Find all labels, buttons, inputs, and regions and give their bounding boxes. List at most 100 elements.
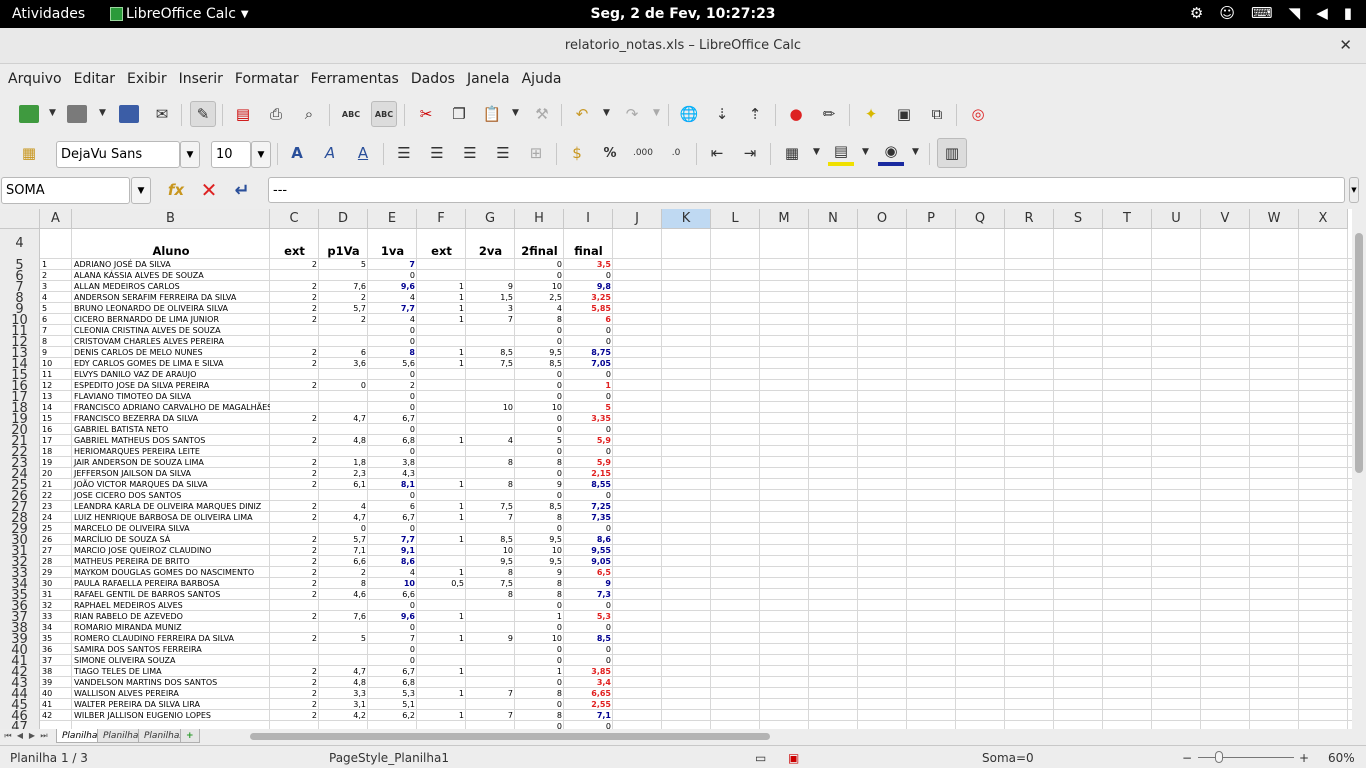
cell-student-name[interactable]: GABRIEL BATISTA NETO — [72, 424, 270, 435]
cell-student-name[interactable]: WALLISON ALVES PEREIRA — [72, 688, 270, 699]
cell-student-name[interactable]: EDY CARLOS GOMES DE LIMA E SILVA — [72, 358, 270, 369]
menu-ferramentas[interactable]: Ferramentas — [311, 64, 411, 94]
wifi-icon[interactable]: ◥ — [1289, 4, 1301, 22]
cell-final[interactable]: 8,5 — [564, 633, 613, 644]
menu-janela[interactable]: Janela — [467, 64, 522, 94]
cell-1va[interactable]: 8 — [368, 347, 417, 358]
cell-2va[interactable]: 9 — [466, 281, 515, 292]
cell-final[interactable]: 0 — [564, 622, 613, 633]
cell-final[interactable]: 9 — [564, 578, 613, 589]
column-header-w[interactable]: W — [1250, 209, 1299, 229]
cell-student-name[interactable]: SAMIRA DOS SANTOS FERREIRA — [72, 644, 270, 655]
row-header[interactable]: 15 — [0, 369, 40, 380]
percent-icon[interactable]: % — [597, 140, 623, 166]
row-header[interactable]: 46 — [0, 710, 40, 721]
increase-indent-icon[interactable]: ⇥ — [737, 140, 763, 166]
cell-final[interactable]: 0 — [564, 644, 613, 655]
row-header[interactable]: 21 — [0, 435, 40, 446]
help-icon[interactable]: ◎ — [965, 101, 991, 127]
open-folder-icon[interactable] — [64, 101, 90, 127]
cell-ext2[interactable]: 1 — [417, 314, 466, 325]
cell-number[interactable]: 25 — [40, 523, 72, 534]
cell-number[interactable]: 27 — [40, 545, 72, 556]
cell-ext2[interactable]: 1 — [417, 435, 466, 446]
cell-p1va[interactable]: 3,1 — [319, 699, 368, 710]
cell-number[interactable]: 11 — [40, 369, 72, 380]
column-title-cell[interactable]: 2va — [466, 244, 515, 258]
cell-2final[interactable]: 9 — [515, 567, 564, 578]
menu-arquivo[interactable]: Arquivo — [8, 64, 74, 94]
menu-dados[interactable]: Dados — [411, 64, 467, 94]
cell-1va[interactable]: 6,8 — [368, 677, 417, 688]
cell-1va[interactable]: 0 — [368, 270, 417, 281]
cell-p1va[interactable]: 4 — [319, 501, 368, 512]
cell-1va[interactable]: 5,3 — [368, 688, 417, 699]
expand-formula-icon[interactable]: ▼ — [1349, 177, 1359, 203]
cell-1va[interactable]: 6,8 — [368, 435, 417, 446]
cell-ext1[interactable]: 2 — [270, 699, 319, 710]
cell-student-name[interactable]: ADRIANO JOSÉ DA SILVA — [72, 259, 270, 270]
cell-p1va[interactable]: 2 — [319, 314, 368, 325]
font-size-input[interactable]: 10 — [211, 141, 251, 168]
cell-number[interactable]: 2 — [40, 270, 72, 281]
cut-icon[interactable]: ✂ — [413, 101, 439, 127]
cell-student-name[interactable]: MARCELO DE OLIVEIRA SILVA — [72, 523, 270, 534]
font-name-input[interactable]: DejaVu Sans — [56, 141, 180, 168]
cell-2va[interactable]: 9 — [466, 633, 515, 644]
cell-number[interactable]: 34 — [40, 622, 72, 633]
chart-icon[interactable]: ● — [783, 101, 809, 127]
cell-final[interactable]: 0 — [564, 270, 613, 281]
cell-p1va[interactable]: 6 — [319, 347, 368, 358]
cell-final[interactable]: 0 — [564, 424, 613, 435]
cell-student-name[interactable]: WALTER PEREIRA DA SILVA LIRA — [72, 699, 270, 710]
accept-icon[interactable]: ↵ — [229, 177, 255, 203]
cell-p1va[interactable]: 5,7 — [319, 534, 368, 545]
app-menu[interactable]: LibreOffice Calc ▼ — [110, 6, 249, 22]
cell-student-name[interactable]: TIAGO TELES DE LIMA — [72, 666, 270, 677]
cell-2va[interactable]: 7 — [466, 314, 515, 325]
add-sheet-icon[interactable]: + — [180, 729, 200, 743]
undo-icon[interactable]: ↶ — [569, 101, 595, 127]
cell-2final[interactable]: 9,5 — [515, 347, 564, 358]
cell-ext2[interactable]: 1 — [417, 633, 466, 644]
cell-number[interactable]: 40 — [40, 688, 72, 699]
cell-ext1[interactable]: 2 — [270, 347, 319, 358]
column-title-cell[interactable]: ext — [417, 244, 466, 258]
cell-2final[interactable]: 8,5 — [515, 358, 564, 369]
merge-cells-icon[interactable]: ⊞ — [523, 140, 549, 166]
row-header[interactable]: 33 — [0, 567, 40, 578]
cell-1va[interactable]: 8,6 — [368, 556, 417, 567]
cell-number[interactable]: 3 — [40, 281, 72, 292]
cell-2final[interactable]: 0 — [515, 721, 564, 729]
cell-final[interactable]: 6,65 — [564, 688, 613, 699]
cell-ext1[interactable]: 2 — [270, 259, 319, 270]
column-title-cell[interactable]: final — [564, 244, 613, 258]
cell-ext2[interactable]: 1 — [417, 534, 466, 545]
cell-final[interactable]: 3,35 — [564, 413, 613, 424]
volume-icon[interactable]: ◀ — [1316, 4, 1328, 22]
cell-student-name[interactable]: RIAN RABELO DE AZEVEDO — [72, 611, 270, 622]
cell-number[interactable]: 24 — [40, 512, 72, 523]
cell-ext1[interactable]: 2 — [270, 435, 319, 446]
user-status-icon[interactable]: ☺ — [1219, 4, 1235, 22]
cell-final[interactable]: 9,8 — [564, 281, 613, 292]
cell-p1va[interactable]: 7,6 — [319, 611, 368, 622]
row-header[interactable]: 34 — [0, 578, 40, 589]
cell-final[interactable]: 7,35 — [564, 512, 613, 523]
cell-2final[interactable]: 9,5 — [515, 534, 564, 545]
cell-1va[interactable]: 0 — [368, 446, 417, 457]
chevron-down-icon[interactable]: ▼ — [131, 177, 151, 204]
cell-2va[interactable]: 1,5 — [466, 292, 515, 303]
cell-p1va[interactable]: 4,2 — [319, 710, 368, 721]
align-left-icon[interactable]: ☰ — [391, 140, 417, 166]
cell-ext1[interactable]: 2 — [270, 314, 319, 325]
row-header[interactable]: 31 — [0, 545, 40, 556]
cell-2final[interactable]: 8,5 — [515, 501, 564, 512]
cell-p1va[interactable]: 5,7 — [319, 303, 368, 314]
justify-icon[interactable]: ☰ — [490, 140, 516, 166]
cell-2va[interactable]: 8,5 — [466, 347, 515, 358]
cell-final[interactable]: 6,5 — [564, 567, 613, 578]
cell-number[interactable]: 41 — [40, 699, 72, 710]
cell-ext2[interactable]: 1 — [417, 501, 466, 512]
draw-functions-icon[interactable]: ✏ — [816, 101, 842, 127]
